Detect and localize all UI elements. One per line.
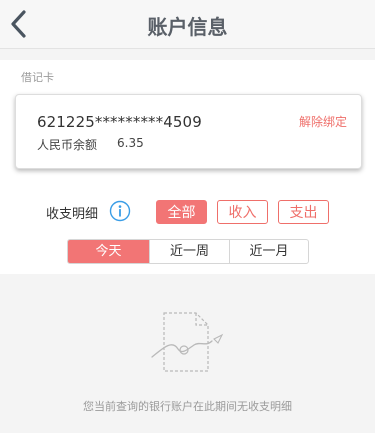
empty-state-message: 您当前查询的银行账户在此期间无收支明细 [83, 400, 292, 413]
transaction-detail-label: 收支明细 [46, 207, 99, 222]
unbind-button[interactable]: 解除绑定 [299, 113, 347, 130]
account-panel: 借记卡 621225*********4509 解除绑定 人民币余额 6.35 … [0, 60, 375, 274]
card-type-label: 借记卡 [21, 71, 54, 84]
period-today-tab[interactable]: 今天 [68, 240, 149, 263]
info-icon[interactable] [109, 200, 131, 222]
period-segmented-control: 今天 近一周 近一月 [67, 239, 309, 264]
empty-document-icon [151, 312, 224, 372]
filter-all-button[interactable]: 全部 [156, 200, 207, 224]
header: 账户信息 [0, 0, 375, 49]
bank-card: 621225*********4509 解除绑定 人民币余额 6.35 [15, 94, 362, 169]
period-week-tab[interactable]: 近一周 [149, 240, 229, 263]
balance-value: 6.35 [117, 136, 144, 150]
period-month-tab[interactable]: 近一月 [229, 240, 308, 263]
balance-label: 人民币余额 [37, 138, 98, 152]
page-title: 账户信息 [147, 15, 228, 39]
filter-income-button[interactable]: 收入 [217, 200, 268, 224]
filter-expense-button[interactable]: 支出 [278, 200, 329, 224]
card-number: 621225*********4509 [37, 113, 202, 131]
